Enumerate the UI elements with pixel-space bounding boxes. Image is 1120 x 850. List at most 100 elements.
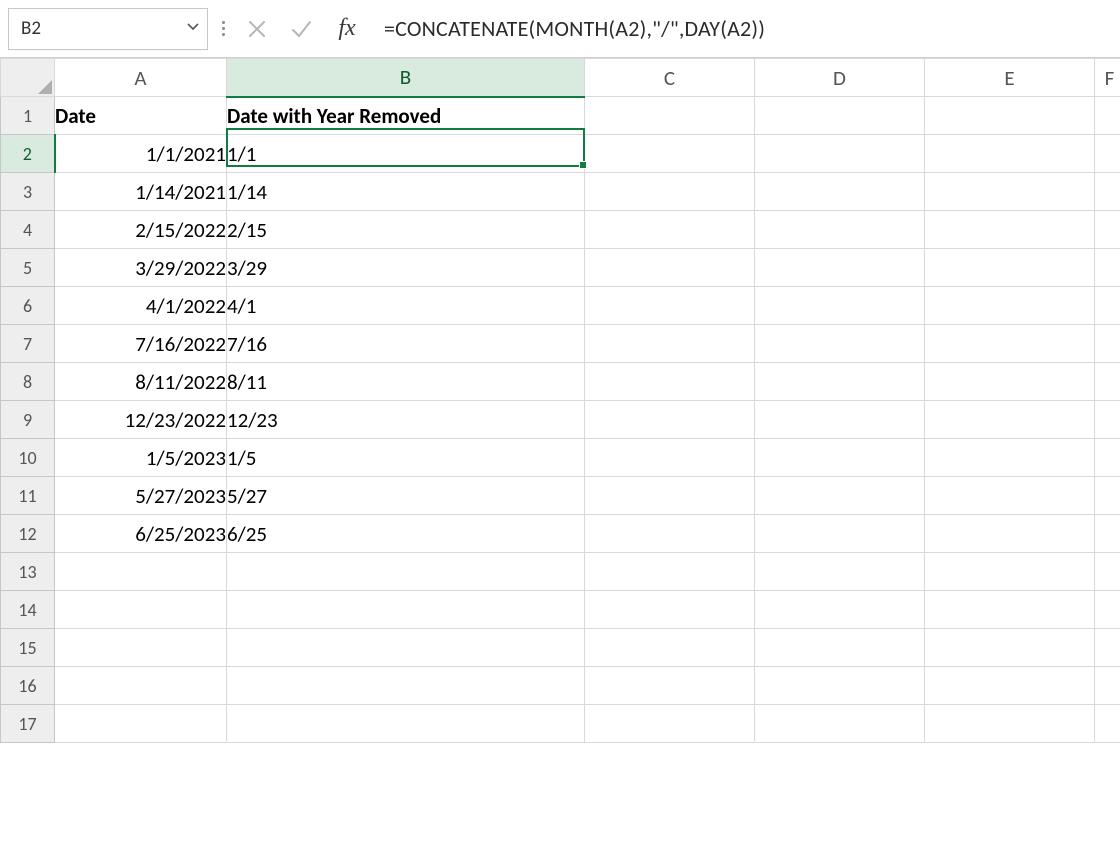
col-header-A[interactable]: A [55, 59, 227, 97]
cell-A15[interactable] [55, 629, 227, 667]
cell-E6[interactable] [925, 287, 1095, 325]
cell-E5[interactable] [925, 249, 1095, 287]
cell-D14[interactable] [755, 591, 925, 629]
cell-E12[interactable] [925, 515, 1095, 553]
col-header-E[interactable]: E [925, 59, 1095, 97]
cell-F17[interactable] [1095, 705, 1120, 743]
cell-B15[interactable] [227, 629, 585, 667]
cell-A17[interactable] [55, 705, 227, 743]
cell-E14[interactable] [925, 591, 1095, 629]
cell-D17[interactable] [755, 705, 925, 743]
cell-C3[interactable] [585, 173, 755, 211]
row-header[interactable]: 9 [1, 401, 55, 439]
cell-E17[interactable] [925, 705, 1095, 743]
cell-E15[interactable] [925, 629, 1095, 667]
cell-F10[interactable] [1095, 439, 1120, 477]
cell-B7[interactable]: 7/16 [227, 325, 585, 363]
cell-F8[interactable] [1095, 363, 1120, 401]
cell-F3[interactable] [1095, 173, 1120, 211]
cell-C9[interactable] [585, 401, 755, 439]
cell-C16[interactable] [585, 667, 755, 705]
row-header[interactable]: 3 [1, 173, 55, 211]
row-header[interactable]: 1 [1, 97, 55, 135]
cell-F9[interactable] [1095, 401, 1120, 439]
formula-input[interactable] [374, 8, 1112, 50]
cell-E2[interactable] [925, 135, 1095, 173]
cell-C4[interactable] [585, 211, 755, 249]
cell-C8[interactable] [585, 363, 755, 401]
cell-C17[interactable] [585, 705, 755, 743]
cell-F11[interactable] [1095, 477, 1120, 515]
cell-C5[interactable] [585, 249, 755, 287]
cell-D7[interactable] [755, 325, 925, 363]
col-header-B[interactable]: B [227, 59, 585, 97]
cell-D1[interactable] [755, 97, 925, 135]
cell-F1[interactable] [1095, 97, 1120, 135]
cell-A9[interactable]: 12/23/2022 [55, 401, 227, 439]
cell-E1[interactable] [925, 97, 1095, 135]
row-header[interactable]: 7 [1, 325, 55, 363]
fx-icon[interactable]: fx [326, 15, 368, 42]
cell-F2[interactable] [1095, 135, 1120, 173]
cell-A11[interactable]: 5/27/2023 [55, 477, 227, 515]
row-header[interactable]: 11 [1, 477, 55, 515]
cell-E7[interactable] [925, 325, 1095, 363]
row-header[interactable]: 12 [1, 515, 55, 553]
cell-E9[interactable] [925, 401, 1095, 439]
cell-F14[interactable] [1095, 591, 1120, 629]
cell-B14[interactable] [227, 591, 585, 629]
cell-A16[interactable] [55, 667, 227, 705]
cell-E3[interactable] [925, 173, 1095, 211]
row-header[interactable]: 2 [1, 135, 55, 173]
col-header-F[interactable]: F [1095, 59, 1120, 97]
cell-C11[interactable] [585, 477, 755, 515]
cell-A2[interactable]: 1/1/2021 [55, 135, 227, 173]
grip-icon[interactable] [214, 21, 232, 36]
cell-F16[interactable] [1095, 667, 1120, 705]
row-header[interactable]: 14 [1, 591, 55, 629]
accept-formula-button[interactable] [282, 10, 320, 48]
cell-A12[interactable]: 6/25/2023 [55, 515, 227, 553]
cell-F13[interactable] [1095, 553, 1120, 591]
row-header[interactable]: 4 [1, 211, 55, 249]
cell-D4[interactable] [755, 211, 925, 249]
cell-D10[interactable] [755, 439, 925, 477]
cell-D16[interactable] [755, 667, 925, 705]
cell-C14[interactable] [585, 591, 755, 629]
cell-A3[interactable]: 1/14/2021 [55, 173, 227, 211]
row-header[interactable]: 10 [1, 439, 55, 477]
cell-B9[interactable]: 12/23 [227, 401, 585, 439]
col-header-C[interactable]: C [585, 59, 755, 97]
cell-F5[interactable] [1095, 249, 1120, 287]
row-header[interactable]: 5 [1, 249, 55, 287]
cell-C7[interactable] [585, 325, 755, 363]
cell-A7[interactable]: 7/16/2022 [55, 325, 227, 363]
cell-D12[interactable] [755, 515, 925, 553]
cell-B12[interactable]: 6/25 [227, 515, 585, 553]
cell-E16[interactable] [925, 667, 1095, 705]
cell-C2[interactable] [585, 135, 755, 173]
cell-C12[interactable] [585, 515, 755, 553]
cell-E8[interactable] [925, 363, 1095, 401]
cell-A13[interactable] [55, 553, 227, 591]
cell-B16[interactable] [227, 667, 585, 705]
cell-A10[interactable]: 1/5/2023 [55, 439, 227, 477]
row-header[interactable]: 16 [1, 667, 55, 705]
name-box[interactable]: B2 [8, 8, 208, 50]
row-header[interactable]: 13 [1, 553, 55, 591]
cell-A4[interactable]: 2/15/2022 [55, 211, 227, 249]
cell-D6[interactable] [755, 287, 925, 325]
cell-E4[interactable] [925, 211, 1095, 249]
cell-D8[interactable] [755, 363, 925, 401]
row-header[interactable]: 6 [1, 287, 55, 325]
cell-D3[interactable] [755, 173, 925, 211]
row-header[interactable]: 8 [1, 363, 55, 401]
cell-D2[interactable] [755, 135, 925, 173]
cell-F6[interactable] [1095, 287, 1120, 325]
cell-D9[interactable] [755, 401, 925, 439]
cell-B13[interactable] [227, 553, 585, 591]
cell-D5[interactable] [755, 249, 925, 287]
cell-D13[interactable] [755, 553, 925, 591]
cell-F7[interactable] [1095, 325, 1120, 363]
cell-B8[interactable]: 8/11 [227, 363, 585, 401]
